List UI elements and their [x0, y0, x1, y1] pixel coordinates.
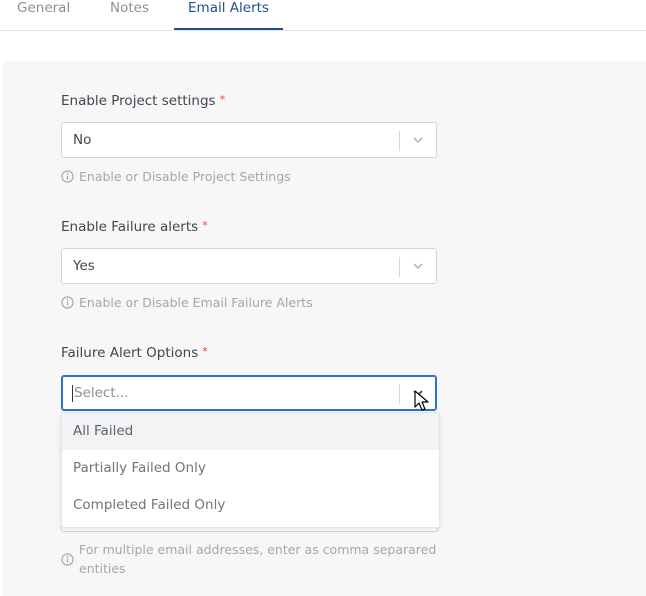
failure-alert-options-menu: All Failed Partially Failed Only Complet… [61, 412, 440, 528]
failure-alert-options-label: Failure Alert Options * [61, 345, 208, 361]
project-settings-help-text: Enable or Disable Project Settings [79, 169, 291, 184]
info-icon [61, 170, 74, 183]
tab-bar: General Notes Email Alerts [0, 0, 646, 31]
select-separator [399, 384, 400, 404]
chevron-down-icon[interactable] [412, 260, 424, 272]
required-mark: * [202, 219, 208, 232]
info-icon [61, 296, 74, 309]
mouse-pointer-icon [414, 390, 429, 411]
chevron-down-icon[interactable] [412, 134, 424, 146]
tab-general[interactable]: General [17, 0, 70, 28]
project-settings-label-text: Enable Project settings [61, 93, 216, 109]
select-separator [399, 257, 400, 277]
option-all-failed[interactable]: All Failed [62, 413, 439, 450]
failure-alert-options-label-text: Failure Alert Options [61, 345, 199, 361]
email-help-text: For multiple email addresses, enter as c… [79, 542, 437, 576]
tab-notes[interactable]: Notes [110, 0, 150, 28]
project-settings-value: No [73, 132, 92, 148]
required-mark: * [219, 93, 226, 106]
project-settings-help: Enable or Disable Project Settings [61, 169, 291, 184]
failure-alert-options-select[interactable]: Select... [61, 375, 437, 411]
tab-email-alerts[interactable]: Email Alerts [174, 0, 283, 30]
project-settings-select[interactable]: No [61, 122, 437, 158]
failure-alerts-value: Yes [73, 258, 95, 274]
failure-alerts-label-text: Enable Failure alerts [61, 219, 199, 235]
failure-alerts-help-text: Enable or Disable Email Failure Alerts [79, 295, 313, 310]
select-separator [399, 131, 400, 151]
text-caret [72, 385, 73, 402]
failure-alerts-help: Enable or Disable Email Failure Alerts [61, 295, 313, 310]
required-mark: * [202, 345, 208, 358]
failure-alert-options-placeholder[interactable]: Select... [74, 376, 129, 410]
info-icon [61, 553, 74, 566]
failure-alerts-label: Enable Failure alerts * [61, 219, 208, 235]
failure-alerts-select[interactable]: Yes [61, 248, 437, 284]
project-settings-label: Enable Project settings * [61, 93, 225, 109]
option-completed-failed-only[interactable]: Completed Failed Only [62, 487, 439, 524]
option-partially-failed-only[interactable]: Partially Failed Only [62, 450, 439, 487]
